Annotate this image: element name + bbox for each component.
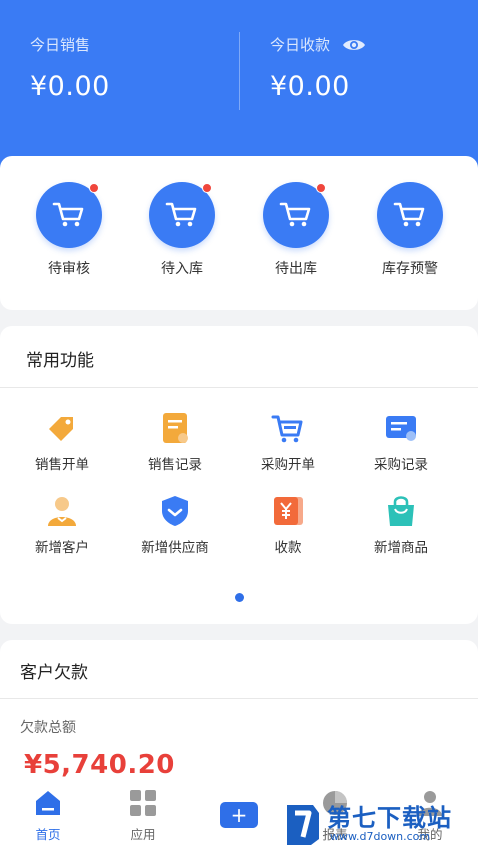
order-label: 待审核: [48, 261, 90, 277]
add-icon: +: [230, 803, 248, 827]
order-label: 库存预警: [382, 261, 438, 277]
watermark-text: 第七下载站: [327, 804, 452, 832]
today-sales-value: ¥0.00: [30, 71, 110, 102]
today-sales-stat[interactable]: 今日销售 ¥0.00: [30, 34, 110, 102]
order-pending-outbound[interactable]: 待出库: [246, 182, 346, 278]
func-sales-order[interactable]: 销售开单: [7, 411, 117, 473]
site-watermark: 第七下载站 www.d7down.com: [283, 793, 478, 850]
func-purchase-record[interactable]: 采购记录: [346, 411, 456, 473]
order-pending-review[interactable]: 待审核: [19, 182, 119, 278]
badge-dot: [316, 183, 326, 193]
purchase-record-icon: [384, 411, 418, 445]
watermark-logo: [287, 805, 319, 845]
badge-dot: [89, 183, 99, 193]
stat-divider: [239, 32, 240, 110]
debt-total-label: 欠款总额: [20, 720, 76, 736]
cart-icon: [36, 182, 102, 248]
order-status-card: 待审核 待入库 待出库 库存预警: [0, 156, 478, 310]
cart-icon: [377, 182, 443, 248]
debt-total-amount: ¥5,740.20: [24, 750, 175, 780]
eye-icon[interactable]: [342, 37, 366, 53]
home-icon: [33, 788, 63, 818]
func-label: 收款: [274, 540, 302, 556]
badge-dot: [202, 183, 212, 193]
sales-order-icon: [45, 411, 79, 445]
func-add-supplier[interactable]: 新增供应商: [120, 494, 230, 556]
section-title: 常用功能: [26, 351, 94, 371]
divider: [0, 387, 478, 388]
func-label: 新增商品: [374, 540, 428, 556]
cart-icon: [149, 182, 215, 248]
cart-icon: [263, 182, 329, 248]
order-label: 待入库: [161, 261, 203, 277]
today-receipts-stat[interactable]: 今日收款 ¥0.00: [270, 34, 366, 102]
tab-label: 应用: [130, 827, 156, 842]
today-sales-label: 今日销售: [30, 36, 91, 54]
func-label: 销售开单: [35, 457, 89, 473]
common-functions-card: 常用功能 销售开单 销售记录 采购开单 采购记录 新增客户 新增供应商 收款 新…: [0, 326, 478, 624]
func-add-product[interactable]: 新增商品: [346, 494, 456, 556]
pager-dot-active[interactable]: [235, 593, 244, 602]
add-customer-icon: [45, 494, 79, 528]
func-purchase-order[interactable]: 采购开单: [233, 411, 343, 473]
func-sales-record[interactable]: 销售记录: [120, 411, 230, 473]
func-label: 销售记录: [148, 457, 202, 473]
func-label: 新增供应商: [141, 540, 209, 556]
order-stock-alert[interactable]: 库存预警: [360, 182, 460, 278]
tab-home[interactable]: 首页: [13, 788, 83, 843]
order-label: 待出库: [275, 261, 317, 277]
add-button[interactable]: +: [220, 802, 258, 828]
apps-grid-icon: [128, 788, 158, 818]
add-supplier-icon: [158, 494, 192, 528]
order-pending-inbound[interactable]: 待入库: [132, 182, 232, 278]
today-receipts-label: 今日收款: [270, 36, 331, 54]
func-receipt[interactable]: 收款: [233, 494, 343, 556]
func-label: 采购记录: [374, 457, 428, 473]
sales-record-icon: [158, 411, 192, 445]
tab-label: 首页: [35, 827, 61, 842]
func-label: 新增客户: [35, 540, 89, 556]
watermark-url: www.d7down.com: [330, 830, 431, 843]
section-title: 客户欠款: [20, 663, 88, 683]
func-label: 采购开单: [261, 457, 315, 473]
shopping-bag-icon: [384, 494, 418, 528]
func-add-customer[interactable]: 新增客户: [7, 494, 117, 556]
divider: [0, 698, 478, 699]
tab-apps[interactable]: 应用: [108, 788, 178, 843]
yuan-receipt-icon: [271, 494, 305, 528]
purchase-cart-icon: [271, 411, 305, 445]
today-receipts-value: ¥0.00: [270, 71, 350, 102]
